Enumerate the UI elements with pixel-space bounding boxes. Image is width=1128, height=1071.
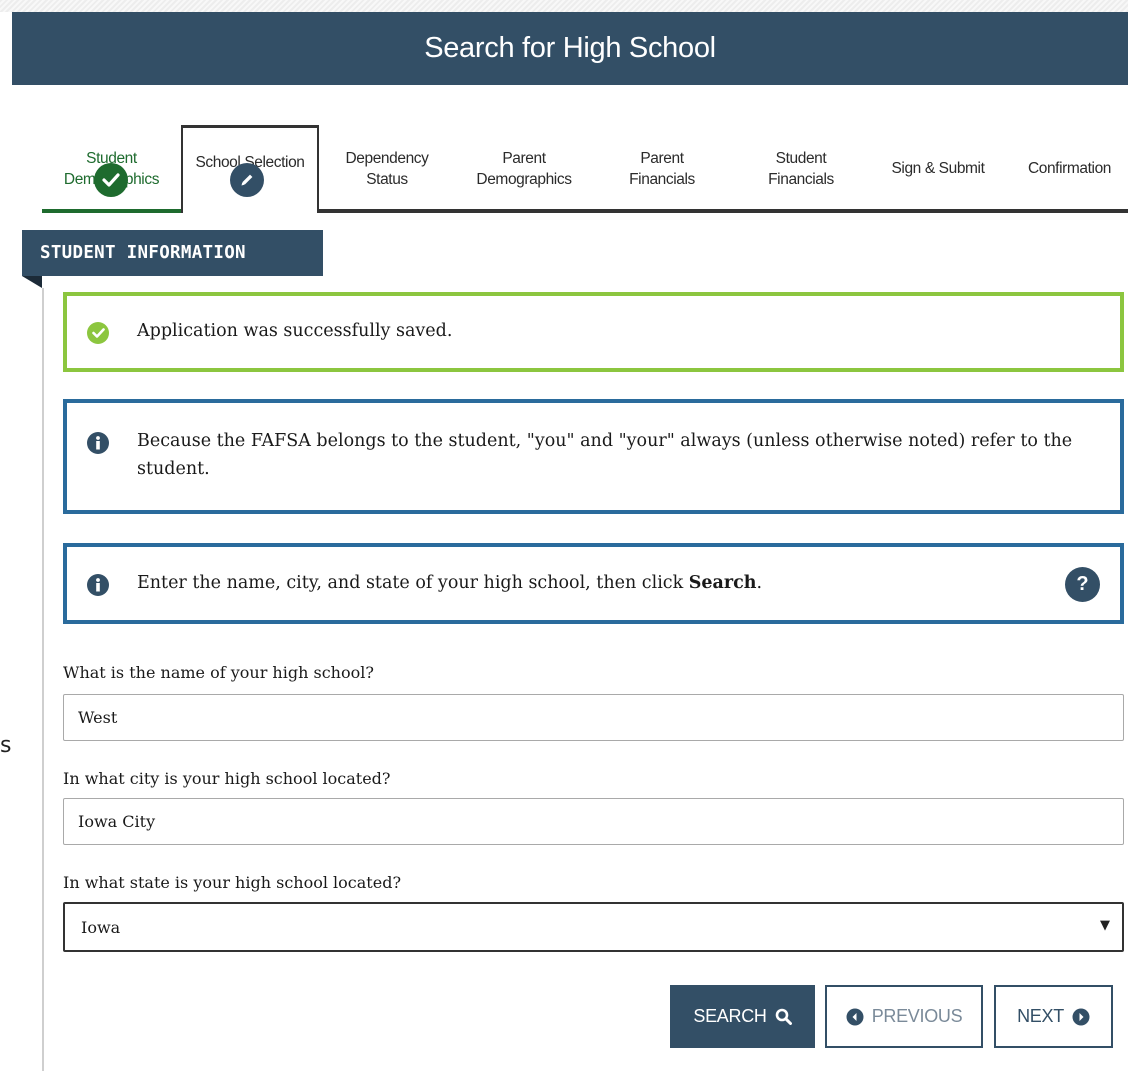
previous-button-label: PREVIOUS	[871, 1006, 963, 1026]
arrow-left-circle-icon	[846, 1008, 864, 1025]
step-label: Student Financials	[768, 149, 834, 188]
checkmark-icon	[94, 163, 128, 197]
info-icon	[87, 432, 109, 454]
progress-line-remaining	[318, 209, 1128, 213]
success-message: Application was successfully saved.	[137, 321, 453, 341]
instruction-suffix: .	[756, 573, 763, 593]
dropdown-arrow-icon: ▼	[1100, 918, 1110, 933]
content-left-rail	[42, 288, 44, 1071]
next-button[interactable]: NEXT	[994, 985, 1113, 1048]
city-label: In what city is your high school located…	[63, 769, 391, 788]
page-header: Search for High School	[12, 12, 1128, 85]
step-sign-and-submit[interactable]: Sign & Submit	[870, 130, 1006, 208]
instruction-search-keyword: Search	[688, 573, 757, 593]
previous-button[interactable]: PREVIOUS	[825, 985, 983, 1048]
search-button-label: SEARCH	[693, 1006, 767, 1026]
help-icon[interactable]: ?	[1065, 567, 1100, 602]
instruction-text: Enter the name, city, and state of your …	[137, 569, 762, 597]
step-student-financials[interactable]: Student Financials	[736, 130, 866, 208]
pencil-icon	[230, 163, 264, 197]
search-icon	[775, 1008, 792, 1025]
success-alert: Application was successfully saved.	[63, 292, 1124, 372]
instruction-prefix: Enter the name, city, and state of your …	[137, 573, 689, 593]
step-label: Sign & Submit	[891, 160, 985, 178]
arrow-right-circle-icon	[1072, 1008, 1090, 1025]
step-confirmation[interactable]: Confirmation	[1011, 130, 1128, 208]
check-circle-icon	[87, 322, 109, 344]
section-title-fold	[22, 276, 42, 288]
search-button[interactable]: SEARCH	[670, 985, 815, 1048]
progress-line-completed	[42, 209, 181, 213]
info-note-text: Because the FAFSA belongs to the student…	[137, 431, 1073, 479]
next-button-label: NEXT	[1017, 1006, 1064, 1026]
step-label: Dependency Status	[345, 149, 429, 188]
state-select[interactable]: Iowa ▼	[63, 902, 1124, 952]
info-alert-instruction: Enter the name, city, and state of your …	[63, 543, 1124, 624]
state-label: In what state is your high school locate…	[63, 873, 402, 892]
section-title-text: STUDENT INFORMATION	[40, 243, 246, 263]
step-dependency-status[interactable]: Dependency Status	[322, 130, 452, 208]
page-title: Search for High School	[424, 32, 716, 64]
city-input[interactable]	[63, 798, 1124, 845]
info-alert-note: Because the FAFSA belongs to the student…	[63, 399, 1124, 514]
stray-text: s	[0, 733, 12, 758]
step-label: Parent Financials	[629, 149, 695, 188]
section-title: STUDENT INFORMATION	[22, 230, 323, 276]
top-strip	[0, 0, 1128, 12]
step-label: Parent Demographics	[476, 149, 572, 188]
state-selected-value: Iowa	[81, 917, 121, 937]
step-label: Confirmation	[1027, 160, 1112, 178]
step-parent-financials[interactable]: Parent Financials	[598, 130, 726, 208]
school-name-label: What is the name of your high school?	[63, 663, 374, 682]
school-name-input[interactable]	[63, 694, 1124, 741]
step-parent-demographics[interactable]: Parent Demographics	[455, 130, 593, 208]
info-icon	[87, 574, 109, 596]
